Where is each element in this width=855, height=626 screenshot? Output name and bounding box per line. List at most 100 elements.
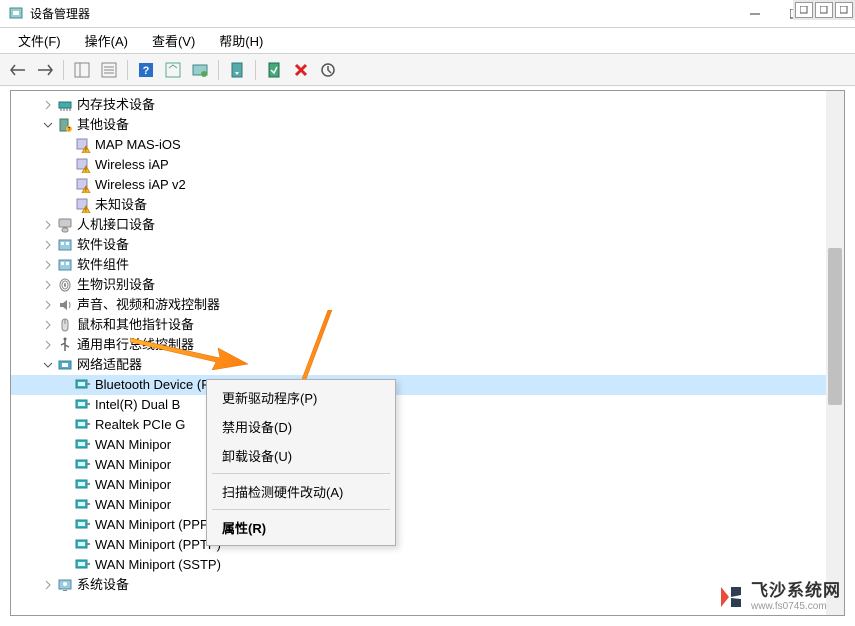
- tree-row[interactable]: WAN Minipor: [11, 495, 844, 515]
- chevron-right-icon[interactable]: [41, 98, 55, 112]
- os-btn-3[interactable]: [835, 2, 853, 18]
- chevron-down-icon[interactable]: [41, 118, 55, 132]
- toolbar-separator: [218, 60, 219, 80]
- tree-row[interactable]: WAN Miniport (PPPOE): [11, 515, 844, 535]
- scan-hardware-button[interactable]: [188, 58, 212, 82]
- chevron-right-icon[interactable]: [41, 318, 55, 332]
- tree-node-label: Wireless iAP: [95, 155, 169, 175]
- device-tree[interactable]: 内存技术设备?其他设备 !MAP MAS-iOS !Wireless iAP !…: [11, 91, 844, 599]
- tree-row[interactable]: Bluetooth Device (Personal Area Network): [11, 375, 844, 395]
- chevron-right-icon[interactable]: [41, 298, 55, 312]
- tree-row[interactable]: 通用串行总线控制器: [11, 335, 844, 355]
- netadapter-icon: [75, 537, 91, 553]
- tree-row[interactable]: 生物识别设备: [11, 275, 844, 295]
- show-hide-tree-button[interactable]: [70, 58, 94, 82]
- tree-node-label: Intel(R) Dual B: [95, 395, 180, 415]
- menu-help[interactable]: 帮助(H): [209, 27, 273, 54]
- titlebar: 设备管理器: [0, 0, 855, 28]
- tree-row[interactable]: 软件组件: [11, 255, 844, 275]
- tree-row[interactable]: !Wireless iAP v2: [11, 175, 844, 195]
- context-menu-item[interactable]: 禁用设备(D): [210, 412, 392, 441]
- network-icon: [57, 357, 73, 373]
- tree-node-label: WAN Minipor: [95, 435, 171, 455]
- menu-action[interactable]: 操作(A): [75, 27, 138, 54]
- audio-icon: [57, 297, 73, 313]
- tree-row[interactable]: 鼠标和其他指针设备: [11, 315, 844, 335]
- tree-row[interactable]: Intel(R) Dual B: [11, 395, 844, 415]
- tree-node-label: WAN Minipor: [95, 475, 171, 495]
- software-icon: [57, 237, 73, 253]
- toolbar: ?: [0, 54, 855, 86]
- unknown-warn-icon: !: [75, 177, 91, 193]
- help-button[interactable]: ?: [134, 58, 158, 82]
- toolbar-separator: [255, 60, 256, 80]
- uninstall-button[interactable]: [316, 58, 340, 82]
- disable-button[interactable]: [289, 58, 313, 82]
- unknown-warn-icon: !: [75, 157, 91, 173]
- menubar: 文件(F) 操作(A) 查看(V) 帮助(H): [0, 28, 855, 54]
- tree-row[interactable]: 内存技术设备: [11, 95, 844, 115]
- context-menu: 更新驱动程序(P)禁用设备(D)卸载设备(U) 扫描检测硬件改动(A) 属性(R): [206, 379, 396, 546]
- netadapter-icon: [75, 397, 91, 413]
- context-menu-item[interactable]: 卸载设备(U): [210, 441, 392, 470]
- tree-node-label: 人机接口设备: [77, 215, 155, 235]
- chevron-right-icon[interactable]: [41, 258, 55, 272]
- tree-row[interactable]: ?其他设备: [11, 115, 844, 135]
- os-btn-2[interactable]: [815, 2, 833, 18]
- tree-row[interactable]: 声音、视频和游戏控制器: [11, 295, 844, 315]
- menu-file[interactable]: 文件(F): [8, 27, 71, 54]
- tree-row[interactable]: !未知设备: [11, 195, 844, 215]
- chevron-right-icon[interactable]: [41, 278, 55, 292]
- minimize-button[interactable]: [735, 0, 775, 28]
- window-title: 设备管理器: [30, 5, 735, 22]
- tree-row[interactable]: 网络适配器: [11, 355, 844, 375]
- tree-node-label: MAP MAS-iOS: [95, 135, 181, 155]
- tree-row[interactable]: WAN Minipor: [11, 435, 844, 455]
- context-menu-separator: [212, 473, 390, 474]
- chevron-right-icon[interactable]: [41, 578, 55, 592]
- menu-view[interactable]: 查看(V): [142, 27, 205, 54]
- scrollbar-thumb[interactable]: [828, 248, 842, 405]
- memory-icon: [57, 97, 73, 113]
- netadapter-icon: [75, 557, 91, 573]
- os-window-decorations: [793, 0, 855, 20]
- tree-node-label: 未知设备: [95, 195, 147, 215]
- chevron-down-icon[interactable]: [41, 358, 55, 372]
- tree-row[interactable]: !Wireless iAP: [11, 155, 844, 175]
- watermark-title: 飞沙系统网: [751, 582, 841, 601]
- context-menu-separator: [212, 509, 390, 510]
- tree-node-label: 声音、视频和游戏控制器: [77, 295, 220, 315]
- watermark-logo-icon: [719, 585, 743, 609]
- enable-button[interactable]: [262, 58, 286, 82]
- tree-row[interactable]: !MAP MAS-iOS: [11, 135, 844, 155]
- chevron-right-icon[interactable]: [41, 338, 55, 352]
- tree-row[interactable]: 软件设备: [11, 235, 844, 255]
- tree-row[interactable]: WAN Miniport (SSTP): [11, 555, 844, 575]
- chevron-right-icon[interactable]: [41, 238, 55, 252]
- scrollbar[interactable]: [826, 91, 844, 615]
- tree-node-label: 系统设备: [77, 575, 129, 595]
- context-menu-item[interactable]: 更新驱动程序(P): [210, 383, 392, 412]
- tree-row[interactable]: Realtek PCIe G: [11, 415, 844, 435]
- netadapter-icon: [75, 457, 91, 473]
- hid-icon: [57, 217, 73, 233]
- context-menu-item[interactable]: 扫描检测硬件改动(A): [210, 477, 392, 506]
- software-icon: [57, 257, 73, 273]
- tree-row[interactable]: WAN Miniport (PPTP): [11, 535, 844, 555]
- tree-row[interactable]: WAN Minipor: [11, 455, 844, 475]
- tree-node-label: WAN Miniport (SSTP): [95, 555, 221, 575]
- tree-node-label: 软件组件: [77, 255, 129, 275]
- forward-button[interactable]: [33, 58, 57, 82]
- netadapter-icon: [75, 377, 91, 393]
- os-btn-1[interactable]: [795, 2, 813, 18]
- netadapter-icon: [75, 517, 91, 533]
- context-menu-item[interactable]: 属性(R): [210, 513, 392, 542]
- tree-row[interactable]: 人机接口设备: [11, 215, 844, 235]
- back-button[interactable]: [6, 58, 30, 82]
- refresh-button[interactable]: [161, 58, 185, 82]
- properties-button[interactable]: [97, 58, 121, 82]
- update-driver-button[interactable]: [225, 58, 249, 82]
- usb-icon: [57, 337, 73, 353]
- tree-row[interactable]: WAN Minipor: [11, 475, 844, 495]
- chevron-right-icon[interactable]: [41, 218, 55, 232]
